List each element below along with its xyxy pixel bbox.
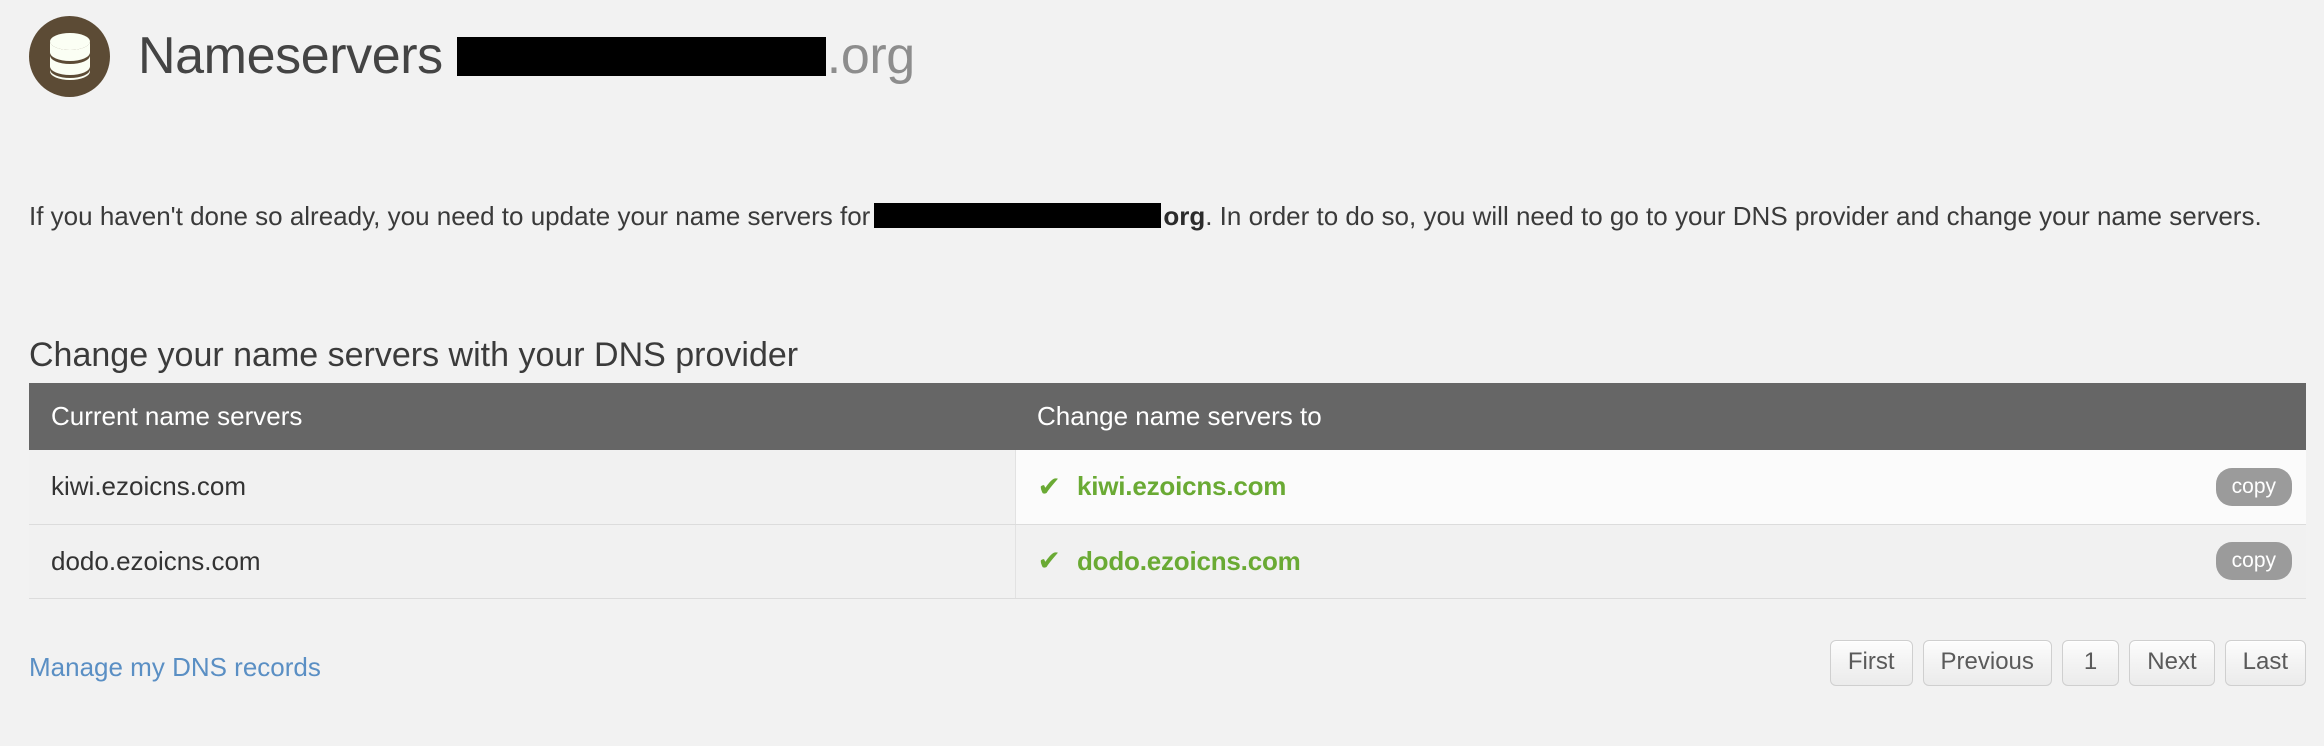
table-header-row: Current name servers Change name servers… (29, 383, 2306, 450)
pagination: First Previous 1 Next Last (1829, 640, 2306, 686)
table-body: kiwi.ezoicns.com ✔ kiwi.ezoicns.com copy… (29, 450, 2307, 599)
pagination-previous-button[interactable]: Previous (1922, 640, 2052, 686)
current-nameserver-value: dodo.ezoicns.com (51, 545, 261, 576)
page-title: Nameservers redacted .org (138, 30, 915, 82)
redacted-domain-inline: redacted (874, 203, 1162, 228)
page-title-tld: .org (826, 27, 915, 85)
cell-target-nameserver: ✔ dodo.ezoicns.com copy (1014, 524, 2307, 599)
page-title-text: Nameservers (138, 27, 443, 85)
pagination-last-button[interactable]: Last (2224, 640, 2306, 686)
copy-button[interactable]: copy (2215, 542, 2292, 580)
cell-current-nameserver: kiwi.ezoicns.com (29, 450, 1015, 525)
nameservers-table: Current name servers Change name servers… (29, 383, 2306, 599)
checkmark-icon: ✔ (1037, 545, 1061, 576)
table-row: kiwi.ezoicns.com ✔ kiwi.ezoicns.com copy (29, 450, 2307, 525)
cell-current-nameserver: dodo.ezoicns.com (29, 524, 1015, 599)
current-nameserver-value: kiwi.ezoicns.com (51, 471, 247, 502)
table-header: Current name servers Change name servers… (29, 383, 2306, 450)
intro-paragraph: If you haven't done so already, you need… (29, 198, 2279, 234)
checkmark-icon: ✔ (1037, 470, 1061, 502)
nameservers-page: Nameservers redacted .org If you haven't… (0, 0, 2324, 746)
column-header-target: Change name servers to (1015, 383, 2306, 450)
intro-text-before: If you haven't done so already, you need… (29, 201, 871, 231)
table-row: dodo.ezoicns.com ✔ dodo.ezoicns.com copy (29, 524, 2307, 599)
redacted-domain-title: redacted (456, 37, 826, 76)
manage-dns-records-link[interactable]: Manage my DNS records (29, 652, 321, 683)
pagination-next-button[interactable]: Next (2129, 640, 2215, 686)
target-nameserver-value: kiwi.ezoicns.com (1076, 471, 1287, 502)
page-header: Nameservers redacted .org (29, 14, 915, 98)
pagination-first-button[interactable]: First (1829, 640, 1913, 686)
intro-text-after: . In order to do so, you will need to go… (1205, 201, 2262, 231)
target-nameserver-wrap: ✔ dodo.ezoicns.com copy (1038, 525, 2307, 598)
target-nameserver-wrap: ✔ kiwi.ezoicns.com copy (1038, 450, 2307, 524)
target-nameserver-value: dodo.ezoicns.com (1076, 545, 1301, 576)
database-icon (29, 15, 110, 97)
copy-button[interactable]: copy (2215, 467, 2292, 506)
column-header-current: Current name servers (29, 383, 1015, 450)
cell-target-nameserver: ✔ kiwi.ezoicns.com copy (1014, 450, 2307, 525)
pagination-page-1-button[interactable]: 1 (2061, 640, 2120, 686)
section-heading: Change your name servers with your DNS p… (29, 336, 799, 375)
intro-domain-tld: org (1163, 201, 1206, 231)
